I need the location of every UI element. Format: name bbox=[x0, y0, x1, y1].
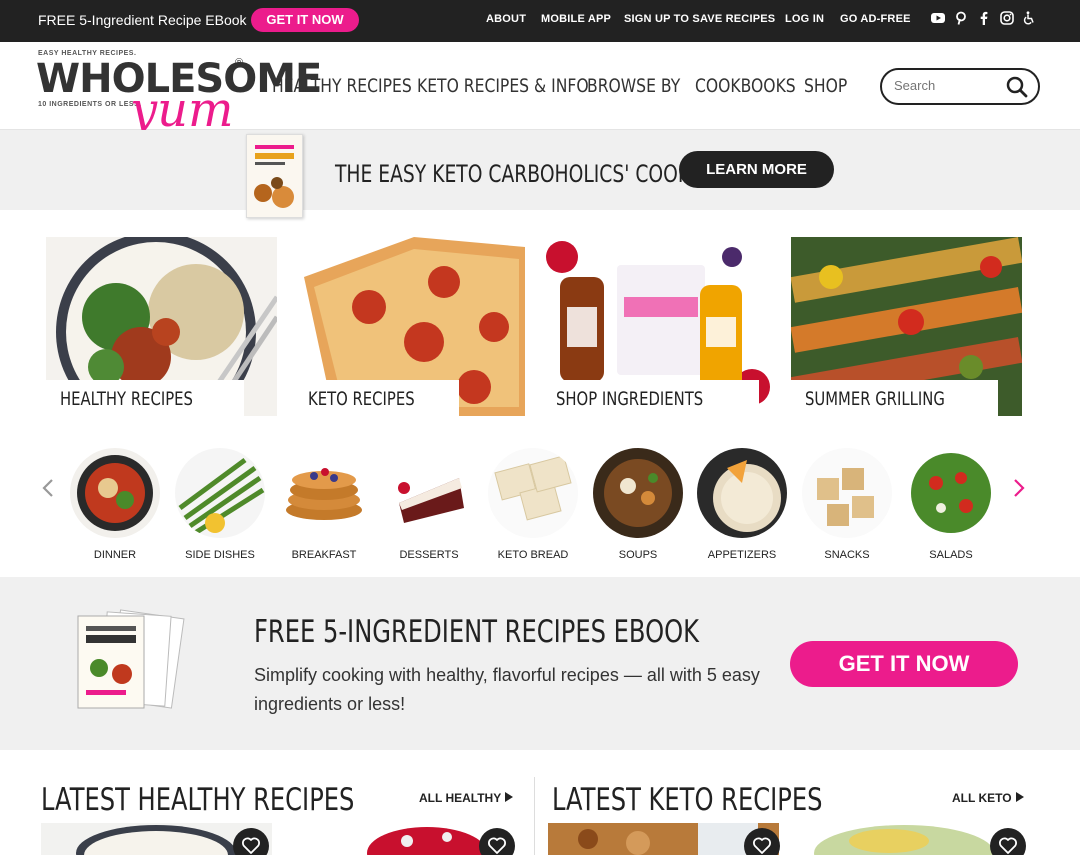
tile-label: SHOP INGREDIENTS bbox=[542, 380, 759, 416]
logo-subtitle: 10 INGREDIENTS OR LESS. bbox=[38, 101, 142, 108]
heart-icon bbox=[999, 837, 1017, 854]
log-in-link[interactable]: LOG IN bbox=[785, 13, 824, 25]
save-heart-button[interactable] bbox=[479, 828, 515, 855]
category-label-side-dishes[interactable]: SIDE DISHES bbox=[165, 549, 275, 561]
tile-summer-grilling[interactable]: SUMMER GRILLING bbox=[791, 237, 1022, 416]
tile-label: SUMMER GRILLING bbox=[791, 380, 999, 416]
about-link[interactable]: ABOUT bbox=[486, 13, 526, 25]
carousel-next-arrow-icon[interactable] bbox=[1013, 478, 1025, 504]
search-box bbox=[880, 68, 1040, 105]
category-label-desserts[interactable]: DESSERTS bbox=[374, 549, 484, 561]
category-desserts-image[interactable] bbox=[384, 448, 474, 538]
search-icon[interactable] bbox=[1006, 76, 1028, 98]
save-heart-button[interactable] bbox=[990, 828, 1026, 855]
category-label-keto-bread[interactable]: KETO BREAD bbox=[478, 549, 588, 561]
play-arrow-icon bbox=[505, 792, 514, 802]
nav-keto-recipes[interactable]: KETO RECIPES & INFO bbox=[417, 75, 589, 97]
all-keto-link[interactable]: ALL KETO bbox=[952, 791, 1024, 805]
logo-registered-mark: ® bbox=[235, 57, 244, 69]
latest-keto-title: LATEST KETO RECIPES bbox=[552, 782, 823, 818]
sign-up-link[interactable]: SIGN UP TO SAVE RECIPES bbox=[624, 13, 775, 25]
search-input[interactable] bbox=[894, 78, 1004, 93]
category-breakfast-image[interactable] bbox=[279, 448, 369, 538]
category-label-appetizers[interactable]: APPETIZERS bbox=[687, 549, 797, 561]
category-side-dishes-image[interactable] bbox=[175, 448, 265, 538]
promo-text: FREE 5-Ingredient Recipe EBook bbox=[38, 12, 247, 28]
section-divider bbox=[534, 777, 535, 855]
save-heart-button[interactable] bbox=[744, 828, 780, 855]
ebook-description: Simplify cooking with healthy, flavorful… bbox=[254, 665, 760, 714]
facebook-icon[interactable] bbox=[976, 11, 992, 27]
category-label-dinner[interactable]: DINNER bbox=[60, 549, 170, 561]
tile-keto-recipes[interactable]: KETO RECIPES bbox=[294, 237, 525, 416]
category-label-snacks[interactable]: SNACKS bbox=[792, 549, 902, 561]
ebook-title: FREE 5-INGREDIENT RECIPES EBOOK bbox=[254, 614, 700, 650]
heart-icon bbox=[242, 837, 260, 854]
nav-browse-by[interactable]: BROWSE BY bbox=[587, 75, 680, 97]
get-it-now-top-button[interactable]: GET IT NOW bbox=[251, 8, 359, 32]
tile-label: HEALTHY RECIPES bbox=[46, 380, 245, 416]
nav-shop[interactable]: SHOP bbox=[804, 75, 847, 97]
accessibility-icon[interactable] bbox=[1021, 11, 1037, 27]
get-it-now-ebook-button[interactable]: GET IT NOW bbox=[790, 641, 1018, 687]
nav-cookbooks[interactable]: COOKBOOKS bbox=[695, 75, 796, 97]
category-label-salads[interactable]: SALADS bbox=[896, 549, 1006, 561]
learn-more-button[interactable]: LEARN MORE bbox=[679, 151, 834, 188]
save-heart-button[interactable] bbox=[233, 828, 269, 855]
instagram-icon[interactable] bbox=[999, 11, 1015, 27]
mobile-app-link[interactable]: MOBILE APP bbox=[541, 13, 611, 25]
top-bar: FREE 5-Ingredient Recipe EBook GET IT NO… bbox=[0, 0, 1080, 42]
latest-healthy-title: LATEST HEALTHY RECIPES bbox=[41, 782, 355, 818]
heart-icon bbox=[753, 837, 771, 854]
category-soups-image[interactable] bbox=[593, 448, 683, 538]
category-salads-image[interactable] bbox=[906, 448, 996, 538]
cookbook-cover-image[interactable] bbox=[246, 134, 303, 218]
play-arrow-icon bbox=[1015, 792, 1024, 802]
carousel-prev-arrow-icon[interactable] bbox=[42, 478, 54, 504]
category-keto-bread-image[interactable] bbox=[488, 448, 578, 538]
category-label-soups[interactable]: SOUPS bbox=[583, 549, 693, 561]
heart-icon bbox=[488, 837, 506, 854]
category-label-breakfast[interactable]: BREAKFAST bbox=[269, 549, 379, 561]
youtube-icon[interactable] bbox=[930, 11, 946, 27]
all-healthy-link[interactable]: ALL HEALTHY bbox=[419, 791, 514, 805]
pinterest-icon[interactable] bbox=[953, 11, 969, 27]
tile-label: KETO RECIPES bbox=[294, 380, 459, 416]
category-appetizers-image[interactable] bbox=[697, 448, 787, 538]
category-dinner-image[interactable] bbox=[70, 448, 160, 538]
tile-shop-ingredients[interactable]: SHOP INGREDIENTS bbox=[542, 237, 773, 416]
category-snacks-image[interactable] bbox=[802, 448, 892, 538]
ebook-cover-image[interactable] bbox=[64, 608, 190, 716]
go-ad-free-link[interactable]: GO AD-FREE bbox=[840, 13, 911, 25]
nav-healthy-recipes[interactable]: HEALTHY RECIPES bbox=[272, 75, 412, 97]
tile-healthy-recipes[interactable]: HEALTHY RECIPES bbox=[46, 237, 277, 416]
